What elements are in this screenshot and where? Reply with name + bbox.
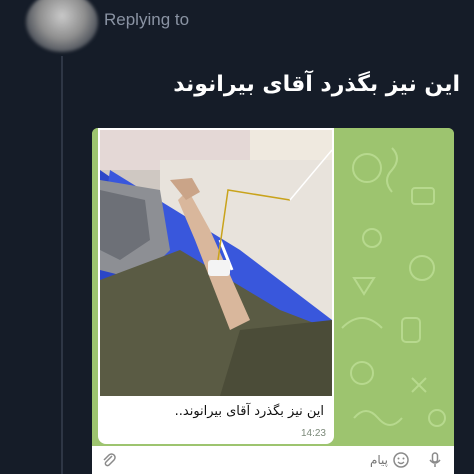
telegram-caption-text: این نیز بگذرد آقای بیرانوند.. — [174, 404, 324, 419]
reply-thread-line — [61, 56, 63, 474]
tweet-media-image[interactable]: این نیز بگذرد آقای بیرانوند.. 14:23 — [92, 128, 454, 474]
telegram-caption-bubble: این نیز بگذرد آقای بیرانوند.. 14:23 — [98, 398, 334, 444]
tweet-text: این نیز بگذرد آقای بیرانوند — [173, 72, 460, 97]
telegram-input-bar — [92, 446, 454, 474]
telegram-message-input[interactable] — [126, 450, 388, 470]
telegram-message-time: 14:23 — [300, 428, 326, 439]
hospital-photo-illustration — [100, 130, 332, 396]
replying-to-label: Replying to — [104, 10, 190, 29]
microphone-icon[interactable] — [426, 451, 444, 469]
avatar[interactable] — [26, 0, 98, 52]
emoji-icon[interactable] — [392, 451, 410, 469]
hospital-photo — [98, 128, 334, 398]
paperclip-icon[interactable] — [100, 451, 118, 469]
